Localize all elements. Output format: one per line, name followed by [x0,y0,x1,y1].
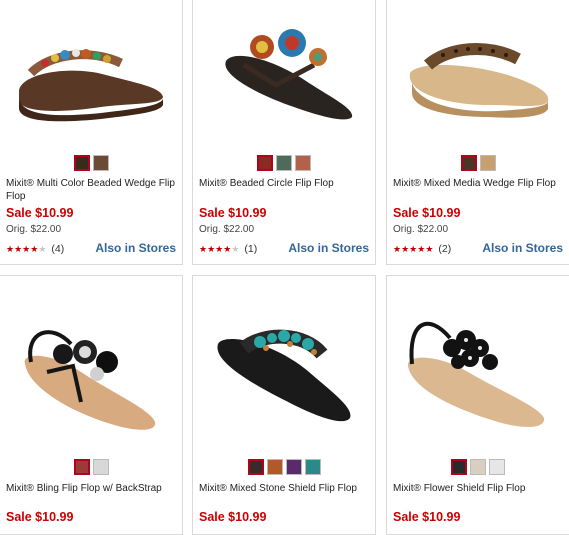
product-name[interactable]: Mixit® Beaded Circle Flip Flop [199,177,371,190]
color-swatch[interactable] [92,459,109,475]
product-name[interactable]: Mixit® Mixed Media Wedge Flip Flop [393,177,565,190]
sale-price: Sale $10.99 [393,206,461,220]
product-image[interactable] [6,0,176,146]
color-swatches [387,459,569,475]
original-price: Orig. $22.00 [393,224,449,235]
product-card[interactable]: Mixit® Flower Shield Flip Flop Sale $10.… [386,275,569,535]
star-icon: ★ [215,244,224,254]
product-name[interactable]: Mixit® Mixed Stone Shield Flip Flop [199,482,371,495]
color-swatch[interactable] [489,459,505,475]
star-rating: ★ ★ ★ ★ ★ [6,244,46,254]
color-swatch[interactable] [73,155,90,171]
star-icon: ★ [38,244,47,254]
star-icon: ★ [231,244,240,254]
sale-price: Sale $10.99 [6,206,74,220]
original-price: Orig. $22.00 [199,224,255,235]
sale-price: Sale $10.99 [393,510,461,524]
rating[interactable]: ★ ★ ★ ★ ★ (2) [393,243,451,255]
star-icon: ★ [417,244,426,254]
product-name[interactable]: Mixit® Multi Color Beaded Wedge Flip Flo… [6,177,178,203]
turquoise-stone-sandal-icon [217,329,351,422]
rating[interactable]: ★ ★ ★ ★ ★ (1) [199,243,257,255]
product-card[interactable]: Mixit® Multi Color Beaded Wedge Flip Flo… [0,0,183,265]
product-card[interactable]: Mixit® Beaded Circle Flip Flop Sale $10.… [192,0,376,265]
color-swatch[interactable] [73,459,90,475]
also-in-stores-link[interactable]: Also in Stores [95,241,176,255]
star-icon: ★ [199,244,208,254]
also-in-stores-link[interactable]: Also in Stores [482,241,563,255]
color-swatch[interactable] [479,155,496,171]
product-image[interactable] [199,284,369,450]
star-rating: ★ ★ ★ ★ ★ [199,244,239,254]
color-swatches [193,155,375,171]
color-swatches [0,459,182,475]
sale-price: Sale $10.99 [199,510,267,524]
star-rating: ★ ★ ★ ★ ★ [393,244,433,254]
review-count[interactable]: (2) [438,243,451,255]
color-swatches [193,459,375,475]
color-swatch[interactable] [92,155,109,171]
color-swatch[interactable] [295,155,311,171]
product-image[interactable] [199,0,369,146]
product-card[interactable]: Mixit® Mixed Media Wedge Flip Flop Sale … [386,0,569,265]
sale-price: Sale $10.99 [199,206,267,220]
star-icon: ★ [6,244,15,254]
star-icon: ★ [401,244,410,254]
black-bling-sandal-icon [24,330,156,430]
star-icon: ★ [14,244,23,254]
product-image[interactable] [6,284,176,450]
sale-price: Sale $10.99 [6,510,74,524]
color-swatch[interactable] [304,459,321,475]
star-icon: ★ [22,244,31,254]
color-swatch[interactable] [285,459,302,475]
product-card[interactable]: Mixit® Mixed Stone Shield Flip Flop Sale… [192,275,376,535]
star-icon: ★ [393,244,402,254]
product-name[interactable]: Mixit® Bling Flip Flop w/ BackStrap [6,482,178,495]
star-icon: ★ [425,244,434,254]
star-icon: ★ [207,244,216,254]
color-swatch[interactable] [451,459,467,475]
rating[interactable]: ★ ★ ★ ★ ★ (4) [6,243,64,255]
also-in-stores-link[interactable]: Also in Stores [288,241,369,255]
review-count[interactable]: (4) [51,243,64,255]
star-icon: ★ [409,244,418,254]
leopard-wedge-sandal-icon [409,43,549,118]
product-image[interactable] [393,0,563,146]
original-price: Orig. $22.00 [6,224,62,235]
brown-wedge-sandal-icon [19,49,163,122]
product-image[interactable] [393,284,563,450]
color-swatch[interactable] [266,459,283,475]
color-swatch[interactable] [247,459,264,475]
color-swatch[interactable] [257,155,273,171]
color-swatches [387,155,569,171]
black-flower-sandal-icon [407,321,545,427]
star-icon: ★ [30,244,39,254]
black-beaded-circle-sandal-icon [225,29,353,120]
review-count[interactable]: (1) [244,243,257,255]
color-swatch[interactable] [276,155,292,171]
product-card[interactable]: Mixit® Bling Flip Flop w/ BackStrap Sale… [0,275,183,535]
star-icon: ★ [223,244,232,254]
product-name[interactable]: Mixit® Flower Shield Flip Flop [393,482,565,495]
color-swatch[interactable] [460,155,477,171]
color-swatches [0,155,182,171]
color-swatch[interactable] [470,459,486,475]
